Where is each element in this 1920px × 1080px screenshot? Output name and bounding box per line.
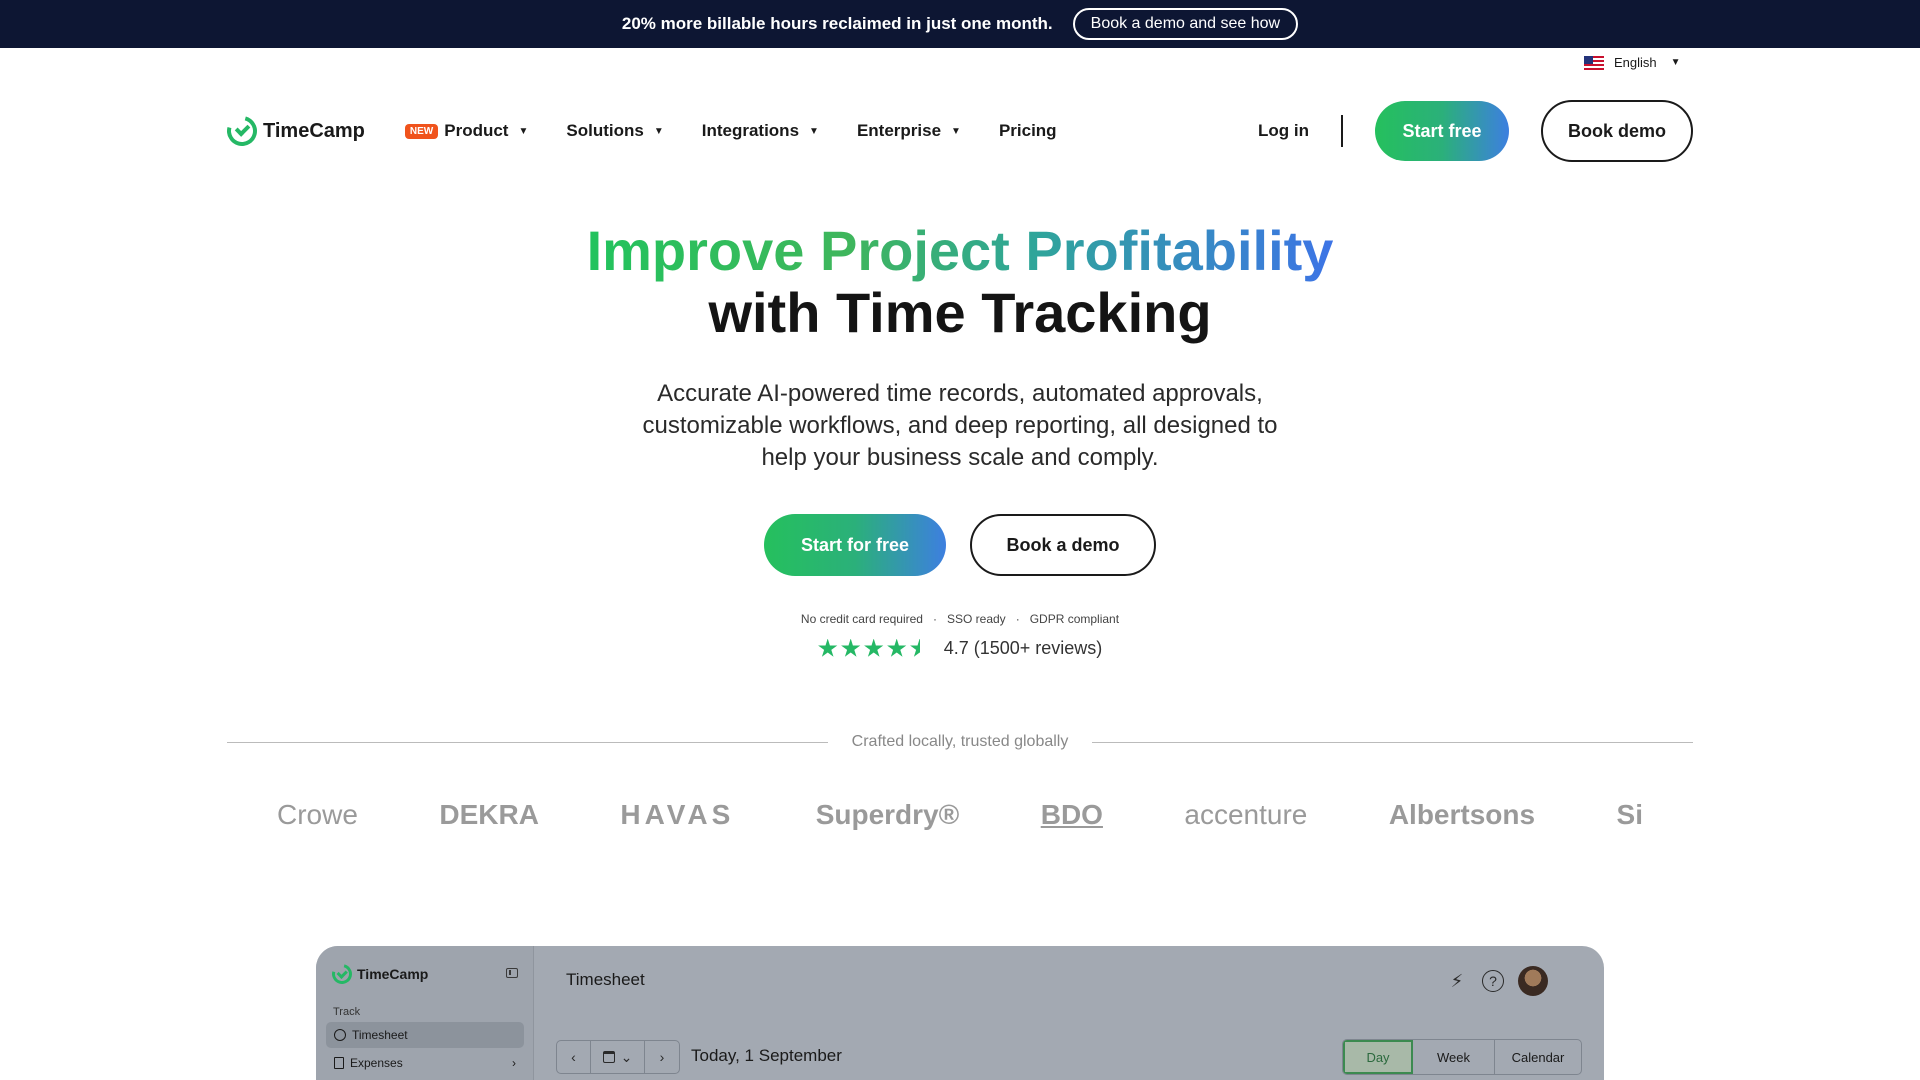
client-logo-dekra: DEKRA bbox=[439, 799, 539, 830]
nav-item-integrations[interactable]: Integrations ▼ bbox=[702, 121, 819, 141]
nav-item-product[interactable]: NEW Product ▼ bbox=[404, 121, 529, 141]
trusted-label: Crafted locally, trusted globally bbox=[851, 733, 1069, 750]
app-preview: TimeCamp Track Timesheet Expenses › Time… bbox=[316, 946, 1604, 1080]
app-brand-name: TimeCamp bbox=[357, 966, 429, 982]
nav-item-pricing[interactable]: Pricing bbox=[999, 121, 1057, 141]
hero-start-button[interactable]: Start for free bbox=[764, 514, 946, 576]
new-badge: NEW bbox=[404, 123, 439, 139]
separator-dot: · bbox=[932, 612, 937, 626]
calendar-picker-button[interactable]: ⌄ bbox=[591, 1041, 645, 1073]
timecamp-logo-icon bbox=[328, 960, 356, 988]
client-logo-bdo: BDO bbox=[1040, 799, 1103, 830]
app-sidebar: TimeCamp Track Timesheet Expenses › bbox=[316, 946, 534, 1080]
main-nav: TimeCamp NEW Product ▼ Solutions ▼ Integ… bbox=[221, 100, 1693, 162]
tab-calendar[interactable]: Calendar bbox=[1495, 1040, 1581, 1074]
help-icon[interactable]: ? bbox=[1482, 970, 1504, 992]
separator-dot: · bbox=[1015, 612, 1020, 626]
sidebar-item-label: Expenses bbox=[350, 1056, 403, 1070]
hero-section: Improve Project Profitability with Time … bbox=[0, 220, 1920, 659]
sidebar-item-expenses[interactable]: Expenses › bbox=[326, 1050, 524, 1076]
sidebar-item-timesheet[interactable]: Timesheet bbox=[326, 1022, 524, 1048]
hero-subtitle: Accurate AI-powered time records, automa… bbox=[642, 380, 1278, 471]
nav-item-label: Product bbox=[444, 121, 509, 140]
announcement-message: 20% more billable hours reclaimed in jus… bbox=[621, 14, 1053, 33]
client-logo-crowe: Crowe bbox=[277, 799, 358, 830]
rating-stars bbox=[818, 638, 930, 659]
book-demo-button[interactable]: Book demo bbox=[1541, 100, 1693, 162]
rating: 4.7 (1500+ reviews) bbox=[0, 638, 1920, 659]
trusted-divider: Crafted locally, trusted globally bbox=[227, 733, 1694, 751]
client-logos: Crowe DEKRA HAVAS Superdry® BDO accentur… bbox=[227, 790, 1693, 840]
nav-item-enterprise[interactable]: Enterprise ▼ bbox=[857, 121, 961, 141]
date-navigator: ‹ ⌄ › bbox=[556, 1040, 680, 1074]
nav-item-label: Integrations bbox=[701, 121, 800, 140]
announcement-bar: 20% more billable hours reclaimed in jus… bbox=[0, 0, 1920, 48]
hero-buttons: Start for free Book a demo bbox=[0, 514, 1920, 576]
tab-day[interactable]: Day bbox=[1343, 1040, 1413, 1074]
current-date-label: Today, 1 September bbox=[691, 1046, 842, 1065]
hero-title-line2: with Time Tracking bbox=[708, 281, 1212, 344]
fine-print-item: SSO ready bbox=[946, 612, 1006, 626]
client-logo-partial: Si bbox=[1616, 799, 1643, 830]
star-icon bbox=[818, 638, 838, 657]
chevron-down-icon: ⌄ bbox=[620, 1048, 633, 1065]
view-switcher: Day Week Calendar bbox=[1342, 1039, 1582, 1075]
caret-down-icon: ▼ bbox=[653, 125, 664, 137]
avatar[interactable] bbox=[1518, 966, 1548, 996]
star-icon bbox=[910, 638, 930, 657]
hero-demo-button[interactable]: Book a demo bbox=[970, 514, 1156, 576]
clock-icon bbox=[334, 1029, 346, 1041]
language-label: English bbox=[1614, 55, 1657, 70]
receipt-icon bbox=[334, 1057, 344, 1069]
app-page-title: Timesheet bbox=[566, 970, 645, 989]
start-free-button[interactable]: Start free bbox=[1375, 101, 1509, 161]
divider-line bbox=[227, 741, 828, 743]
us-flag-icon bbox=[1584, 55, 1604, 70]
language-selector[interactable]: English ▼ bbox=[1584, 55, 1681, 70]
plug-icon[interactable]: ⚡ bbox=[1446, 970, 1468, 992]
star-icon bbox=[887, 638, 907, 657]
client-logo-accenture: accenture bbox=[1184, 799, 1308, 830]
login-link[interactable]: Log in bbox=[1258, 121, 1309, 141]
timecamp-logo-icon bbox=[221, 110, 263, 152]
nav-actions: Log in Start free Book demo bbox=[1258, 100, 1693, 162]
client-logo-superdry: Superdry® bbox=[815, 799, 960, 830]
nav-divider bbox=[1341, 115, 1343, 147]
brand-logo[interactable]: TimeCamp bbox=[221, 110, 365, 152]
nav-menu: NEW Product ▼ Solutions ▼ Integrations ▼… bbox=[404, 121, 1057, 141]
star-icon bbox=[841, 638, 861, 657]
announcement-cta-button[interactable]: Book a demo and see how bbox=[1072, 8, 1299, 40]
brand-name: TimeCamp bbox=[263, 119, 365, 142]
chevron-right-icon: › bbox=[512, 1056, 516, 1070]
fine-print-item: No credit card required bbox=[800, 612, 923, 626]
caret-down-icon: ▼ bbox=[518, 125, 529, 137]
prev-day-button[interactable]: ‹ bbox=[557, 1041, 591, 1073]
sidebar-item-label: Timesheet bbox=[352, 1028, 408, 1042]
nav-item-label: Pricing bbox=[998, 121, 1057, 140]
nav-item-solutions[interactable]: Solutions ▼ bbox=[566, 121, 663, 141]
sidebar-collapse-icon[interactable] bbox=[506, 968, 518, 978]
fine-print: No credit card required · SSO ready · GD… bbox=[0, 612, 1920, 626]
app-brand-logo: TimeCamp bbox=[328, 960, 429, 988]
caret-down-icon: ▼ bbox=[951, 125, 961, 137]
tab-week[interactable]: Week bbox=[1413, 1040, 1495, 1074]
caret-down-icon: ▼ bbox=[1670, 57, 1681, 68]
nav-item-label: Solutions bbox=[566, 121, 644, 140]
client-logo-albertsons: Albertsons bbox=[1388, 799, 1536, 830]
next-day-button[interactable]: › bbox=[645, 1041, 679, 1073]
sidebar-section-label: Track bbox=[333, 1006, 361, 1018]
divider-line bbox=[1092, 741, 1694, 743]
calendar-icon bbox=[602, 1051, 615, 1063]
caret-down-icon: ▼ bbox=[809, 125, 819, 137]
fine-print-item: GDPR compliant bbox=[1029, 612, 1120, 626]
rating-text: 4.7 (1500+ reviews) bbox=[943, 638, 1103, 658]
hero-title-line1: Improve Project Profitability bbox=[586, 219, 1334, 282]
star-icon bbox=[864, 638, 884, 657]
nav-item-label: Enterprise bbox=[856, 121, 942, 140]
app-header-icons: ⚡ ? bbox=[1446, 966, 1548, 996]
client-logo-havas: HAVAS bbox=[620, 799, 735, 830]
